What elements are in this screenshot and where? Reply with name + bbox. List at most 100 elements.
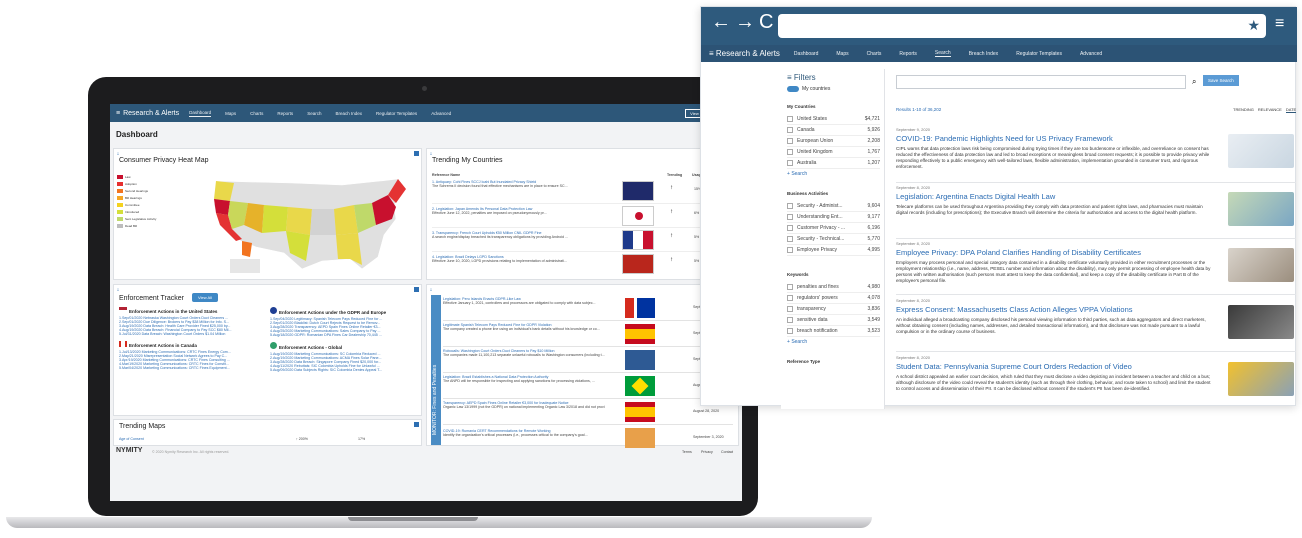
filter-european-union[interactable]: European Union 2,208	[787, 136, 880, 147]
nav-dashboard[interactable]: Dashboard	[794, 51, 818, 57]
result-article[interactable]: September 8, 2020 Express Consent: Massac…	[896, 298, 1296, 352]
legend-introduced: Introduced	[117, 210, 156, 214]
filter-keyword[interactable]: sensitive data 3,549	[787, 315, 880, 326]
item-desc: Effective June 10, 2020, LGPD provisions…	[432, 259, 567, 263]
filter-canada[interactable]: Canada 5,926	[787, 125, 880, 136]
us-row[interactable]: 5.Jul/31/2020 Data Breach: Washington Co…	[119, 332, 264, 336]
nav-maps[interactable]: Maps	[225, 111, 236, 116]
nav-charts[interactable]: Charts	[867, 51, 882, 57]
search-input[interactable]	[896, 75, 1186, 89]
footer-terms[interactable]: Terms	[682, 450, 692, 454]
list-item[interactable]: Robocalls: Washington Court Orders Duct …	[443, 347, 733, 373]
filter-united-kingdom[interactable]: United Kingdom 1,767	[787, 147, 880, 158]
drag-handle-icon[interactable]: ⁞⁞	[430, 287, 432, 292]
item-desc: A search engine/display breached its tra…	[432, 235, 569, 239]
usage-pct: 5%	[694, 235, 700, 239]
search-icon[interactable]: ⌕	[1192, 77, 1196, 87]
result-article[interactable]: September 8, 2020 Legislation: Argentina …	[896, 185, 1296, 239]
sort-relevance[interactable]: RELEVANCE	[1258, 107, 1282, 113]
trending-list: 1. Antiquary: Cohi Fines SCCJ Icahi But …	[432, 180, 732, 276]
page-title: Dashboard	[116, 130, 158, 139]
close-icon[interactable]	[414, 422, 419, 427]
close-icon[interactable]	[414, 287, 419, 292]
forward-icon[interactable]: →	[735, 11, 759, 33]
ca-row[interactable]: 5.Mar/04/2020 Marketing Communications: …	[119, 366, 264, 370]
results-area: ⌕ Save Search Results 1-10 of 36,202 TRE…	[896, 69, 1297, 409]
section-heading: Keywords	[787, 272, 809, 277]
filter-keyword[interactable]: regulators' powers 4,078	[787, 293, 880, 304]
nav-breach-index[interactable]: Breach Index	[969, 51, 998, 57]
drag-handle-icon[interactable]: ⁞⁞	[117, 151, 119, 156]
save-search-button[interactable]: Save Search	[1203, 75, 1239, 86]
nav-dashboard[interactable]: Dashboard	[189, 110, 212, 117]
my-countries-toggle[interactable]: My countries	[787, 86, 884, 92]
list-item[interactable]: COVID-19: Rumania CERT Recommendations f…	[443, 425, 733, 451]
sort-date[interactable]: DATE	[1285, 107, 1297, 113]
list-item[interactable]: 2. Legislation: Japan Amends Its Persona…	[432, 204, 732, 228]
drag-handle-icon[interactable]: ⁞⁞	[430, 151, 432, 156]
arrow-up-icon: ↑	[670, 257, 673, 263]
filter-activity[interactable]: Security - Administ... 9,604	[787, 201, 880, 212]
result-article[interactable]: September 8, 2020 Employee Privacy: DPA P…	[896, 241, 1296, 295]
laptop-camera	[422, 86, 427, 91]
map-row-label[interactable]: Age of Consent	[119, 437, 144, 441]
monitor-list: Legislation: Peru Islands Enacts GDPR-Li…	[443, 295, 733, 451]
browser-menu-icon[interactable]: ≡	[1275, 15, 1284, 33]
item-desc: Identify the organization's critical pro…	[443, 433, 588, 437]
filter-activity[interactable]: Understanding Ent... 9,177	[787, 212, 880, 223]
nav-advanced[interactable]: Advanced	[1080, 51, 1102, 57]
filter-keyword[interactable]: breach notification 3,523	[787, 326, 880, 337]
nav-breach-index[interactable]: Breach Index	[335, 111, 362, 116]
list-item[interactable]: Transparency: AEPD Spain Fines Online Re…	[443, 399, 733, 425]
trending-title: Trending My Countries	[432, 157, 503, 164]
search-countries-link[interactable]: + Search	[787, 171, 880, 177]
countries-section: My Countries United States $4,721 Canada 5…	[787, 104, 880, 177]
menu-icon[interactable]: ≡	[116, 110, 120, 117]
filter-united-states[interactable]: United States $4,721	[787, 114, 880, 125]
nav-search[interactable]: Search	[934, 50, 951, 57]
brand[interactable]: ≡ Research & Alerts	[709, 49, 780, 58]
result-article[interactable]: September 8, 2020 Student Data: Pennsylva…	[896, 355, 1296, 407]
us-flag-icon	[119, 307, 127, 313]
list-item[interactable]: Legitimate Spanish Telecom Pays Reduced …	[443, 321, 733, 347]
filter-activity[interactable]: Customer Privacy - ... 6,196	[787, 223, 880, 234]
view-all-button[interactable]: View All	[192, 293, 218, 302]
global-row[interactable]: 5.Aug/09/2020 Data Subjects Rights: SIC …	[270, 368, 418, 372]
filter-australia[interactable]: Australia 1,207	[787, 158, 880, 169]
gdpr-row[interactable]: 5.Aug/18/2020 GDPR: Romanian DPA Fines C…	[270, 333, 418, 337]
filter-activity[interactable]: Employee Privacy 4,995	[787, 245, 880, 256]
close-icon[interactable]	[414, 151, 419, 156]
list-item[interactable]: Legislation: Brazil Establishes a Nation…	[443, 373, 733, 399]
brand[interactable]: ≡ Research & Alerts	[116, 110, 179, 117]
back-icon[interactable]: ←	[711, 11, 735, 33]
filter-activity[interactable]: Security - Technical... 5,770	[787, 234, 880, 245]
list-item[interactable]: 1. Antiquary: Cohi Fines SCCJ Icahi But …	[432, 180, 732, 204]
filter-keyword[interactable]: transparency 3,836	[787, 304, 880, 315]
nav-charts[interactable]: Charts	[250, 111, 263, 116]
filter-keyword[interactable]: penalties and fines 4,980	[787, 282, 880, 293]
item-desc: The ANPD will be responsible for inspect…	[443, 379, 595, 383]
nav-maps[interactable]: Maps	[836, 51, 848, 57]
address-bar[interactable]: ★	[778, 14, 1266, 38]
footer-contact[interactable]: Contact	[721, 450, 733, 454]
activities-section: Business Activities Security - Administ.…	[787, 191, 880, 256]
footer-privacy[interactable]: Privacy	[701, 450, 713, 454]
list-item[interactable]: Legislation: Peru Islands Enacts GDPR-Li…	[443, 295, 733, 321]
result-article[interactable]: September 9, 2020 COVID-19: Pandemic High…	[896, 127, 1296, 183]
nav-reports[interactable]: Reports	[277, 111, 293, 116]
filters-title: ≡ Filters	[787, 73, 816, 82]
search-keywords-link[interactable]: + Search	[787, 339, 880, 345]
nav-advanced[interactable]: Advanced	[431, 111, 451, 116]
reload-icon[interactable]: C	[759, 11, 777, 33]
drag-handle-icon[interactable]: ⁞⁞	[117, 287, 119, 292]
nav-reports[interactable]: Reports	[899, 51, 917, 57]
star-icon[interactable]: ★	[1247, 17, 1260, 34]
nav-search[interactable]: Search	[307, 111, 321, 116]
trending-maps-title: Trending Maps	[119, 423, 166, 430]
list-item[interactable]: 4. Legislation: Brazil Delays LGPD Sanct…	[432, 252, 732, 276]
nav-regulator-templates[interactable]: Regulator Templates	[376, 111, 417, 116]
nav-regulator-templates[interactable]: Regulator Templates	[1016, 51, 1062, 57]
list-item[interactable]: 3. Transparency: French Court Upholds €5…	[432, 228, 732, 252]
arrow-up-icon: ↑	[670, 185, 673, 191]
sort-trending[interactable]: TRENDING	[1233, 107, 1254, 113]
